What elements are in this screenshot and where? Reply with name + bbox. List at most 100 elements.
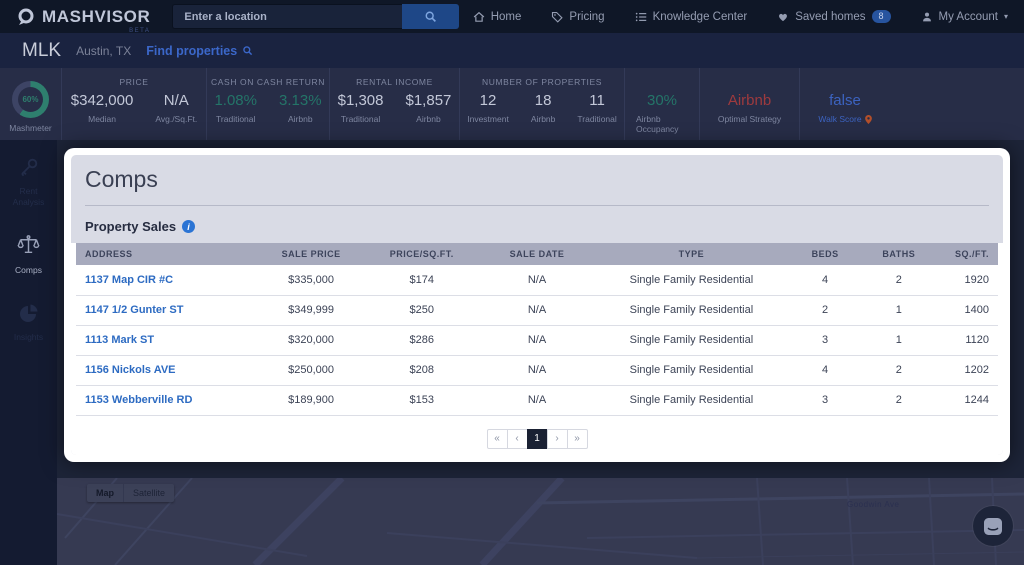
- stat-label: Airbnb Occupancy: [636, 114, 679, 134]
- nav-item-my-account[interactable]: My Account ▾: [921, 11, 1008, 23]
- location-search-input[interactable]: [172, 4, 403, 29]
- logo-pin-icon: [18, 8, 34, 25]
- address-link[interactable]: 1147 1/2 Gunter ST: [85, 304, 183, 316]
- stat-airbnb-occupancy: 30% Airbnb Occupancy: [625, 68, 700, 140]
- cell-baths: 2: [859, 265, 939, 296]
- stat-value: $342,000: [70, 92, 134, 109]
- nav-item-knowledge-center[interactable]: Knowledge Center: [635, 10, 748, 23]
- address-link[interactable]: 1156 Nickols AVE: [85, 364, 176, 376]
- info-icon[interactable]: i: [182, 220, 196, 233]
- cell-sale-date: N/A: [481, 355, 593, 386]
- pagination-page-1-button[interactable]: 1: [526, 428, 548, 449]
- pagination-first-button[interactable]: «: [486, 428, 508, 449]
- sidebar-item-label: Insights: [13, 332, 44, 343]
- stat-label: Median: [88, 114, 116, 124]
- pagination-prev-button[interactable]: ‹: [506, 428, 528, 449]
- stat-value: false: [829, 92, 861, 109]
- map-canvas[interactable]: Goodwin Ave Map Satellite: [57, 478, 1024, 565]
- sidebar-item-comps[interactable]: Comps: [4, 234, 54, 276]
- stat-value: N/A: [163, 92, 189, 109]
- stat-item: Airbnb Optimal Strategy: [707, 92, 792, 124]
- mashmeter-label: Mashmeter: [9, 123, 52, 133]
- cell-baths: 1: [859, 295, 939, 326]
- cell-sale-date: N/A: [481, 385, 593, 416]
- stat-label: Traditional: [216, 114, 256, 124]
- column-header-price-sqft: PRICE/SQ.FT.: [361, 243, 482, 265]
- stat-value: Airbnb: [727, 92, 772, 109]
- search-button[interactable]: [402, 4, 460, 29]
- chat-bubble-icon: [984, 517, 1002, 535]
- cell-beds: 3: [790, 325, 860, 356]
- nav-item-pricing[interactable]: Pricing: [551, 10, 605, 23]
- cell-sqft: 1244: [938, 385, 998, 416]
- key-icon: [20, 158, 37, 177]
- stat-value: 18: [534, 92, 552, 109]
- address-link[interactable]: 1137 Map CIR #C: [85, 274, 173, 286]
- column-header-baths: BATHS: [859, 243, 939, 265]
- pagination-next-button[interactable]: ›: [546, 428, 568, 449]
- stat-item: 18 Airbnb: [520, 92, 567, 124]
- property-sales-section: ADDRESS SALE PRICE PRICE/SQ.FT. SALE DAT…: [71, 243, 1003, 455]
- pricing-icon: [552, 11, 564, 23]
- cell-type: Single Family Residential: [592, 265, 791, 296]
- map-pin-icon: [864, 114, 872, 124]
- nav-item-saved-homes[interactable]: Saved homes 8: [777, 10, 891, 23]
- stat-label: Traditional: [340, 114, 381, 124]
- mashvisor-logo[interactable]: MASHVISOR BETA: [16, 7, 150, 34]
- stat-item: 11 Traditional: [566, 92, 627, 124]
- cell-beds: 2: [790, 295, 860, 326]
- scales-icon: [17, 235, 40, 254]
- address-link[interactable]: 1113 Mark ST: [85, 334, 154, 346]
- app-screen: MASHVISOR BETA Home: [0, 0, 1024, 565]
- nav-item-home[interactable]: Home: [473, 11, 521, 23]
- stat-label: Avg./Sq.Ft.: [155, 114, 198, 124]
- nav-label: Knowledge Center: [652, 10, 748, 23]
- cell-price-sqft: $174: [361, 265, 482, 296]
- cell-beds: 3: [790, 385, 860, 416]
- stat-item: false Walk Score: [807, 92, 882, 124]
- sidebar-item-rent-analysis[interactable]: Rent Analysis: [4, 156, 54, 208]
- cell-beds: 4: [790, 265, 860, 296]
- find-properties-label: Find properties: [146, 43, 238, 58]
- cell-sale-price: $335,000: [260, 265, 362, 296]
- map-button[interactable]: Map: [87, 484, 123, 502]
- stat-value: $1,308: [337, 92, 384, 109]
- address-link[interactable]: 1153 Webberville RD: [85, 394, 192, 406]
- cell-type: Single Family Residential: [592, 385, 791, 416]
- nav-label: Pricing: [569, 10, 605, 23]
- sidebar-item-insights[interactable]: Insights: [4, 302, 54, 343]
- chat-launcher-button[interactable]: [973, 506, 1013, 546]
- stat-optimal-strategy: Airbnb Optimal Strategy: [700, 68, 800, 140]
- cell-sale-price: $320,000: [260, 325, 362, 356]
- cell-sale-date: N/A: [481, 325, 593, 356]
- pie-chart-icon: [19, 304, 37, 323]
- stat-item: N/A Avg./Sq.Ft.: [144, 92, 208, 124]
- stat-value: 11: [589, 92, 605, 109]
- mashmeter-donut: 60%: [12, 81, 49, 118]
- cell-sqft: 1202: [938, 355, 998, 386]
- stat-group-number-of-properties: NUMBER OF PROPERTIES 12 Investment 18 Ai…: [460, 68, 625, 140]
- column-header-sqft: SQ./FT.: [938, 243, 998, 265]
- stat-item: $1,857 Airbnb: [395, 92, 463, 124]
- pagination-last-button[interactable]: »: [566, 428, 588, 449]
- search-icon: [243, 46, 253, 56]
- cell-sale-date: N/A: [481, 265, 593, 296]
- sidebar-item-label: Rent Analysis: [12, 186, 45, 208]
- table-row: 1147 1/2 Gunter ST $349,999 $250 N/A Sin…: [76, 295, 998, 326]
- section-title: Property Sales: [85, 219, 177, 234]
- stat-value: 30%: [646, 92, 678, 109]
- stat-value: 12: [479, 92, 497, 109]
- stat-value: 3.13%: [279, 92, 322, 109]
- table-header-row: ADDRESS SALE PRICE PRICE/SQ.FT. SALE DAT…: [76, 243, 998, 265]
- satellite-button[interactable]: Satellite: [124, 484, 174, 502]
- stat-group-cash-on-cash: CASH ON CASH RETURN 1.08% Traditional 3.…: [207, 68, 330, 140]
- nav-label: My Account: [938, 10, 998, 23]
- stat-label: Walk Score: [818, 114, 872, 124]
- stats-bar: 60% Mashmeter PRICE $342,000 Median N/A …: [0, 68, 1024, 140]
- stat-item: 12 Investment: [456, 92, 520, 124]
- cell-type: Single Family Residential: [592, 295, 791, 326]
- find-properties-link[interactable]: Find properties: [146, 44, 253, 58]
- property-sales-table: ADDRESS SALE PRICE PRICE/SQ.FT. SALE DAT…: [76, 243, 998, 416]
- cell-sale-price: $250,000: [260, 355, 362, 386]
- cell-sale-price: $349,999: [260, 295, 362, 326]
